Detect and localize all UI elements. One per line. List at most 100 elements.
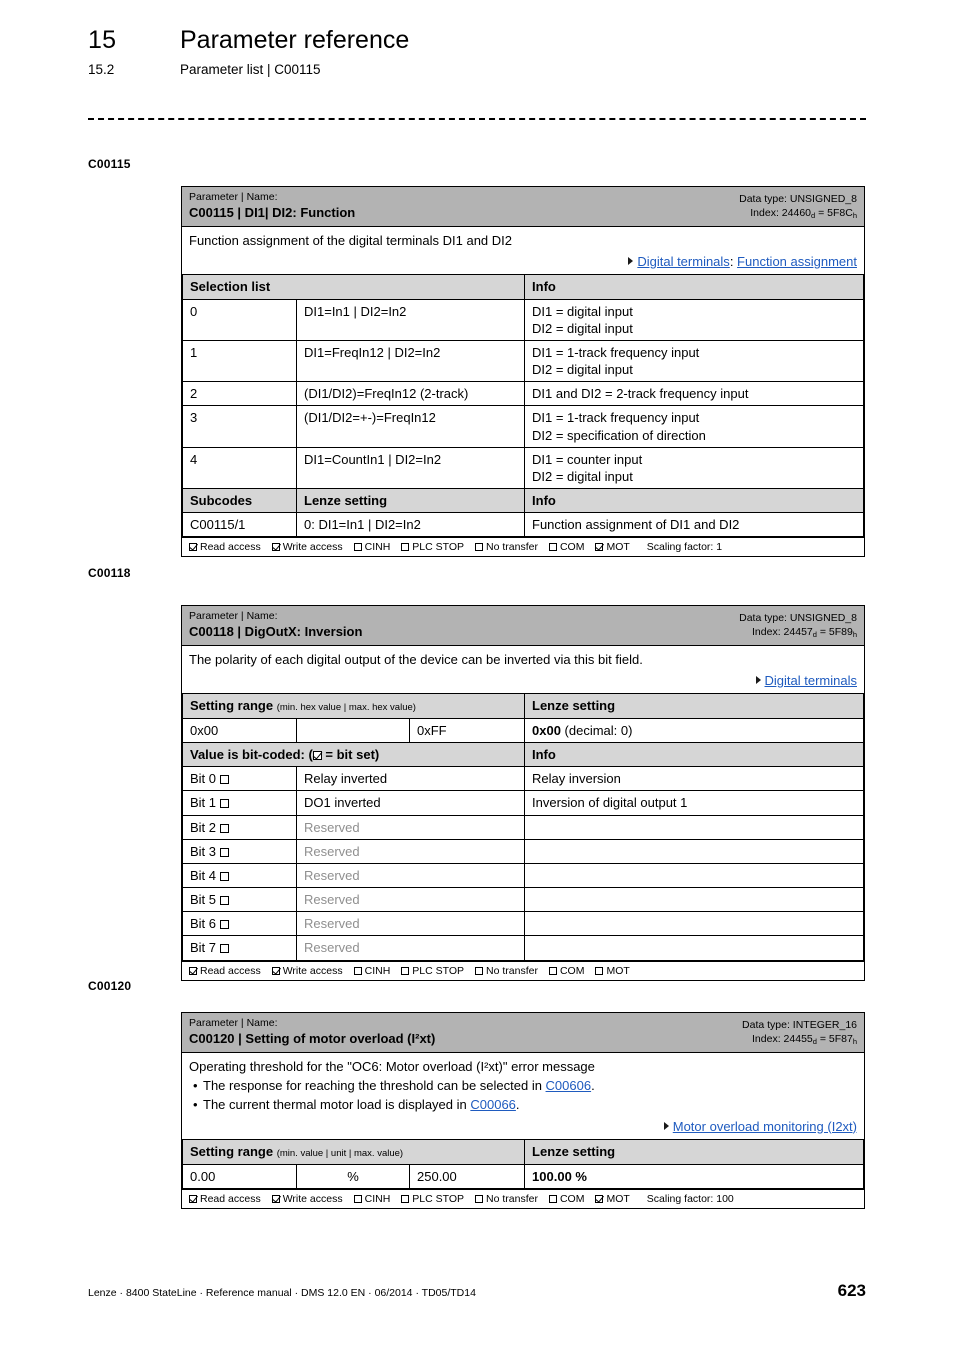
checkbox-icon	[401, 966, 410, 975]
selection-value: DI1=In1 | DI2=In2	[295, 298, 526, 341]
access-flag-label: COM	[559, 964, 585, 977]
checkbox-icon	[271, 966, 280, 975]
selection-info: DI1 = counter input DI2 = digital input	[524, 446, 864, 490]
checkbox-icon[interactable]	[219, 920, 229, 930]
selection-list-header: Selection list	[181, 274, 526, 300]
access-flag-label: No transfer	[486, 964, 538, 977]
bit-info	[524, 911, 864, 937]
access-flag-com: COM	[548, 964, 585, 977]
parameter-block-c00118: Parameter | Name: C00118 | DigOutX: Inver…	[181, 605, 865, 981]
margin-parameter-code: C00120	[88, 979, 132, 993]
parameter-meta: Data type: UNSIGNED_8 Index: 24460d = 5F8…	[739, 191, 857, 220]
selection-index: 1	[182, 339, 297, 383]
access-flag-label: PLC STOP	[412, 964, 465, 977]
parameter-title-bar: Parameter | Name: C00120 | Setting of mot…	[182, 1013, 864, 1053]
checkbox-icon[interactable]	[219, 823, 229, 833]
access-flag-cinh: CINH	[353, 1193, 390, 1205]
access-flags-bar: Read access Write access CINH PLC STOP No tr…	[182, 537, 864, 556]
scaling-factor-label: Scaling factor: 1	[646, 541, 723, 554]
checkbox-icon	[189, 1194, 197, 1203]
bit-index-cell: Bit 3	[182, 838, 297, 864]
footer-page-number: 623	[837, 1281, 866, 1300]
checkbox-icon	[189, 543, 197, 552]
table-row: Bit 4 Reserved	[182, 862, 864, 889]
access-flag-label: COM	[559, 541, 585, 554]
access-flag-mot: MOT	[595, 964, 630, 977]
page-header: 15 Parameter reference 15.2 Parameter li…	[88, 26, 868, 77]
bullet-parameter-link[interactable]: C00606	[546, 1078, 592, 1093]
checkbox-icon[interactable]	[219, 799, 229, 809]
header-divider	[88, 118, 866, 120]
parameter-code-title: C00118 | DigOutX: Inversion	[189, 624, 363, 640]
page-footer: Lenze · 8400 StateLine · Reference manua…	[88, 1281, 866, 1301]
cross-reference-link-1[interactable]: Digital terminals	[637, 254, 729, 269]
checkbox-icon[interactable]	[219, 944, 229, 954]
setting-range-table: Setting range (min. value | unit | max. …	[181, 1139, 864, 1189]
checkbox-icon	[475, 543, 484, 552]
selection-info: DI1 = digital input DI2 = digital input	[524, 298, 864, 341]
range-values-row: 0x00 0xFF 0x00 (decimal: 0)	[182, 717, 864, 744]
access-flag-label: MOT	[606, 964, 630, 977]
access-flag-label: Read access	[200, 541, 261, 554]
data-type-label: Data type: UNSIGNED_8	[739, 193, 857, 205]
lenze-setting-header: Lenze setting	[295, 488, 526, 514]
cross-reference-separator: :	[729, 253, 738, 269]
parameter-block-c00120: Parameter | Name: C00120 | Setting of mot…	[181, 1012, 865, 1209]
checkbox-icon[interactable]	[219, 896, 229, 906]
cross-reference-link-1[interactable]: Motor overload monitoring (I2xt)	[673, 1119, 857, 1134]
table-header-row: Selection list Info	[181, 274, 864, 300]
bit-index-cell: Bit 4	[182, 862, 297, 889]
parameter-name-label: Parameter | Name:	[189, 610, 278, 622]
bullet-text-post: .	[515, 1096, 520, 1112]
subcodes-header-row: Subcodes Lenze setting Info	[182, 488, 864, 514]
footer-document-info: Lenze · 8400 StateLine · Reference manua…	[88, 1287, 476, 1299]
bit-index-label: Bit 1	[190, 795, 217, 811]
checkbox-icon[interactable]	[219, 775, 229, 785]
index-hex: 5F89	[828, 626, 853, 639]
checkbox-icon	[353, 966, 362, 975]
range-min-value: 0.00	[182, 1163, 297, 1189]
index-decimal: 24460	[781, 207, 811, 220]
section-heading: 15.2 Parameter list | C00115	[88, 62, 868, 77]
bullet-parameter-link[interactable]: C00066	[470, 1097, 516, 1112]
checkbox-icon	[595, 1194, 604, 1203]
checkbox-icon	[595, 966, 604, 975]
table-row: Bit 0 Relay inverted Relay inversion	[182, 766, 864, 792]
table-row: Bit 2 Reserved	[182, 814, 864, 840]
bit-info	[524, 887, 864, 913]
data-type-label: Data type: INTEGER_16	[742, 1019, 857, 1031]
range-max-value: 0xFF	[409, 717, 525, 744]
index-separator: =	[816, 626, 829, 639]
checkbox-icon[interactable]	[219, 871, 229, 881]
checkbox-icon	[401, 1194, 410, 1203]
setting-range-table: Setting range (min. hex value | max. hex…	[182, 693, 864, 961]
bit-index-label: Bit 2	[190, 819, 217, 835]
index-decimal-sub: d	[812, 1037, 817, 1047]
selection-info: DI1 = 1-track frequency input DI2 = digi…	[524, 339, 864, 383]
bit-index-label: Bit 3	[190, 843, 217, 859]
access-flags-bar: Read access Write access CINH PLC STOP No tr…	[182, 960, 864, 980]
bit-index-label: Bit 6	[190, 916, 217, 932]
cross-reference-link-1[interactable]: Digital terminals	[765, 673, 857, 688]
parameter-block-c00115: Parameter | Name: C00115 | DI1| DI2: Func…	[181, 186, 865, 558]
access-flag-write-access: Write access	[271, 1193, 343, 1205]
chapter-number: 15	[88, 26, 117, 54]
index-hex-sub: h	[852, 630, 857, 640]
index-hex-sub: h	[852, 211, 857, 221]
bit-label: Reserved	[296, 862, 525, 889]
lenze-setting-value: 0x00 (decimal: 0)	[524, 717, 864, 744]
parameter-code-title: C00120 | Setting of motor overload (I²xt…	[189, 1031, 436, 1047]
checkbox-icon[interactable]	[219, 847, 229, 857]
index-hex-sub: h	[852, 1037, 857, 1047]
bit-info	[524, 935, 864, 961]
cross-reference-link-2[interactable]: Function assignment	[737, 254, 857, 269]
table-row: 1 DI1=FreqIn12 | DI2=In2 DI1 = 1-track fre…	[182, 339, 864, 383]
lenze-setting-header: Lenze setting	[524, 1139, 864, 1165]
access-flag-label: MOT	[606, 541, 630, 554]
bit-index-label: Bit 7	[190, 940, 217, 956]
bit-index-label: Bit 5	[190, 892, 217, 908]
access-flag-write-access: Write access	[271, 541, 343, 553]
parameter-name-label: Parameter | Name:	[189, 191, 278, 203]
access-flag-label: MOT	[606, 1192, 630, 1205]
access-flag-plc-stop: PLC STOP	[401, 965, 464, 977]
